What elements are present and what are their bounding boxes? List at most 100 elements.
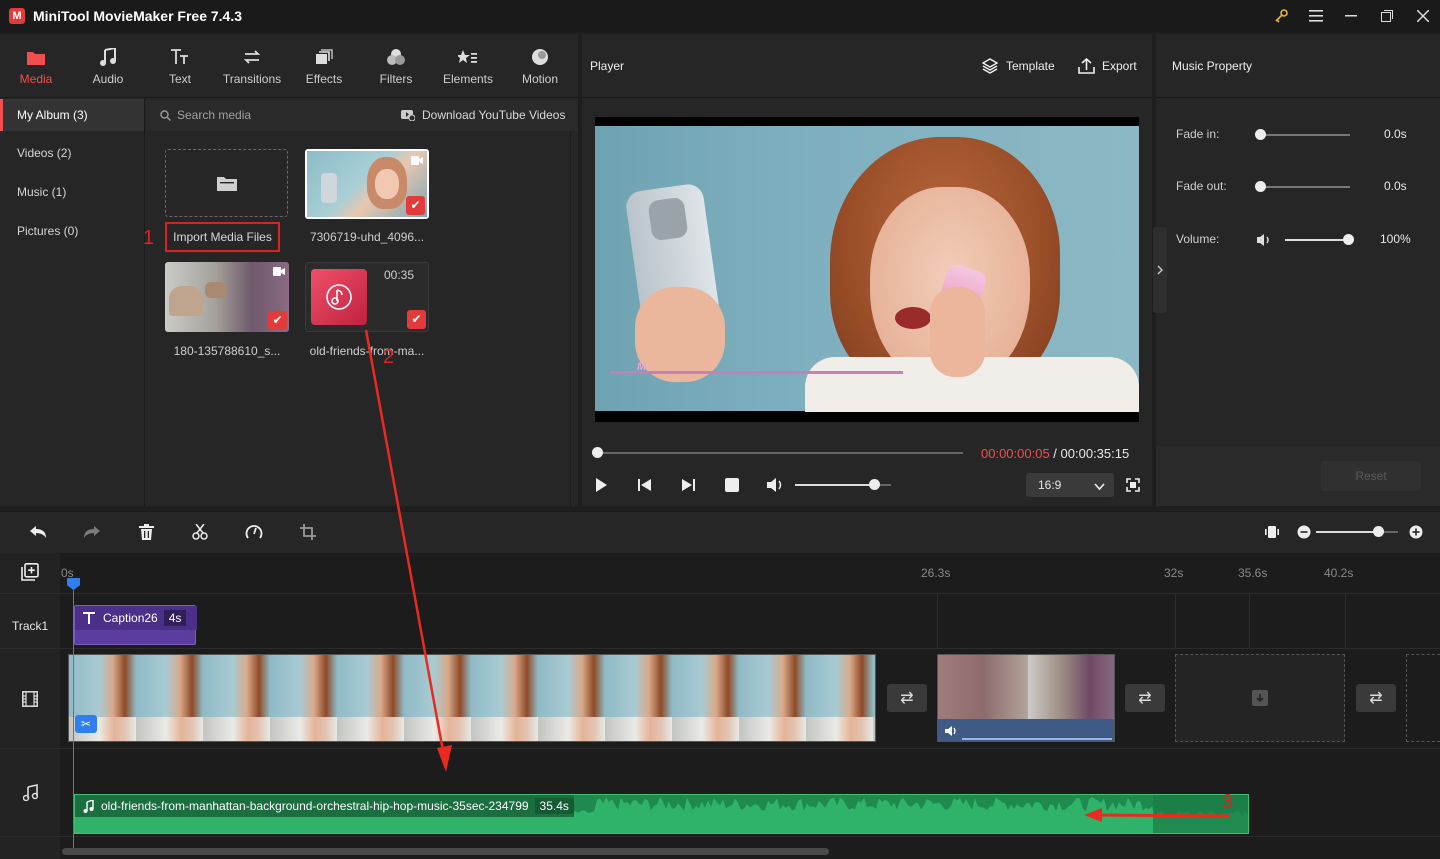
tab-motion-label: Motion (521, 72, 559, 86)
timeline-scrollbar[interactable] (62, 848, 829, 855)
transition-slot-3[interactable]: ⇄ (1356, 684, 1396, 712)
redo-icon (84, 526, 100, 538)
drop-here-icon (1251, 689, 1269, 707)
play-button[interactable] (593, 477, 609, 496)
crop-button[interactable] (296, 520, 320, 544)
transition-slot-2[interactable]: ⇄ (1125, 684, 1165, 712)
panel-collapse-handle[interactable] (1153, 227, 1167, 313)
audio-clip[interactable]: old-friends-from-manhattan-background-or… (74, 794, 1249, 834)
playback-progress-bar[interactable] (592, 452, 963, 454)
fit-timeline-button[interactable] (1260, 520, 1284, 544)
search-input[interactable]: Search media (177, 108, 387, 122)
speaker-icon[interactable] (1256, 233, 1272, 250)
trash-icon (138, 524, 154, 540)
clip-audio-icon[interactable] (944, 725, 958, 740)
empty-clip-slot[interactable] (1406, 654, 1440, 742)
selected-check-icon[interactable]: ✔ (268, 311, 287, 330)
import-media-tile[interactable] (165, 149, 288, 217)
media-item-audio[interactable]: 00:35 ✔ (305, 262, 429, 332)
volume-icon[interactable] (766, 477, 785, 496)
player-volume-knob[interactable] (868, 479, 880, 490)
stop-button[interactable] (725, 478, 739, 495)
tab-effects[interactable]: Effects (288, 34, 360, 98)
timeline-zoom-slider[interactable] (1316, 526, 1398, 537)
tab-transitions[interactable]: Transitions (216, 34, 288, 98)
reset-button[interactable]: Reset (1321, 461, 1421, 491)
annotation-2: 2 (383, 346, 395, 368)
music-volume-knob[interactable] (1343, 234, 1354, 245)
export-button[interactable]: Export (1078, 57, 1137, 74)
selected-check-icon[interactable]: ✔ (407, 310, 426, 329)
redo-button[interactable] (80, 520, 104, 544)
tab-filters[interactable]: Filters (360, 34, 432, 98)
tab-filters-label: Filters (379, 72, 413, 86)
fade-in-value: 0.0s (1384, 127, 1407, 141)
tab-media[interactable]: Media (0, 34, 72, 98)
tab-audio[interactable]: Audio (72, 34, 144, 98)
maximize-button[interactable] (1370, 0, 1404, 32)
export-icon (1078, 57, 1095, 74)
tab-elements[interactable]: Elements (432, 34, 504, 98)
player-header: Player Template Export (582, 34, 1152, 98)
fade-out-slider[interactable] (1260, 186, 1350, 188)
previous-frame-button[interactable] (637, 477, 653, 496)
scissors-icon (192, 524, 208, 540)
property-title: Music Property (1156, 34, 1440, 98)
tab-text[interactable]: Text (144, 34, 216, 98)
playback-progress-knob[interactable] (592, 447, 603, 458)
import-media-button[interactable]: Import Media Files (165, 222, 280, 252)
folder-icon (27, 46, 45, 68)
split-button[interactable] (188, 520, 212, 544)
close-button[interactable] (1406, 0, 1440, 32)
timeline-zoom-knob[interactable] (1372, 526, 1384, 537)
media-item-video-2[interactable]: ✔ (165, 262, 289, 332)
filters-icon (386, 46, 406, 68)
sidebar-item-videos[interactable]: Videos (2) (0, 137, 144, 176)
zoom-in-button[interactable] (1404, 520, 1428, 544)
fade-in-slider[interactable] (1260, 134, 1350, 136)
template-button[interactable]: Template (982, 57, 1055, 74)
transition-slot-1[interactable]: ⇄ (887, 684, 927, 712)
media-item-video-1[interactable]: ✔ (305, 149, 429, 219)
video-clip-1[interactable] (68, 654, 876, 742)
stop-icon (725, 478, 739, 492)
zoom-in-icon (1409, 525, 1423, 539)
fade-out-value: 0.0s (1384, 179, 1407, 193)
key-icon[interactable] (1264, 0, 1298, 32)
minimize-button[interactable] (1334, 0, 1368, 32)
volume-label: Volume: (1176, 232, 1220, 246)
caption-clip[interactable]: Caption26 4s (74, 605, 197, 645)
annotation-3: 3 (1222, 791, 1234, 813)
track1-label: Track1 (12, 619, 49, 633)
tab-motion[interactable]: Motion (504, 34, 576, 98)
music-volume-slider[interactable] (1285, 239, 1349, 241)
effects-icon (315, 46, 333, 68)
timeline-toolbar (0, 511, 1440, 553)
sidebar-item-pictures[interactable]: Pictures (0) (0, 215, 144, 254)
player-volume-slider[interactable] (795, 479, 891, 490)
media-scrollbar[interactable] (570, 131, 578, 506)
menu-icon[interactable] (1299, 0, 1333, 32)
add-track-button[interactable] (21, 563, 39, 584)
video-preview[interactable]: M (595, 117, 1139, 422)
selected-check-icon[interactable]: ✔ (406, 196, 425, 215)
ruler-tick: 40.2s (1324, 566, 1354, 580)
empty-clip-slot[interactable] (1175, 654, 1345, 742)
playhead[interactable] (73, 578, 74, 848)
undo-button[interactable] (26, 520, 50, 544)
sidebar-item-music[interactable]: Music (1) (0, 176, 144, 215)
clip-cut-marker[interactable]: ✂ (75, 715, 97, 733)
audio-duration: 00:35 (383, 268, 414, 282)
sidebar-item-my-album[interactable]: My Album (3) (0, 99, 144, 131)
download-youtube-link[interactable]: Download YouTube Videos (422, 108, 565, 122)
zoom-out-button[interactable] (1292, 520, 1316, 544)
aspect-ratio-select[interactable]: 16:9 (1026, 473, 1114, 497)
fade-in-knob[interactable] (1255, 129, 1266, 140)
next-frame-button[interactable] (680, 477, 696, 496)
fullscreen-button[interactable] (1126, 478, 1140, 495)
fade-out-knob[interactable] (1255, 181, 1266, 192)
video-clip-2[interactable] (937, 654, 1115, 742)
speed-button[interactable] (242, 520, 266, 544)
delete-button[interactable] (134, 520, 158, 544)
audio-track-icon (22, 784, 39, 804)
